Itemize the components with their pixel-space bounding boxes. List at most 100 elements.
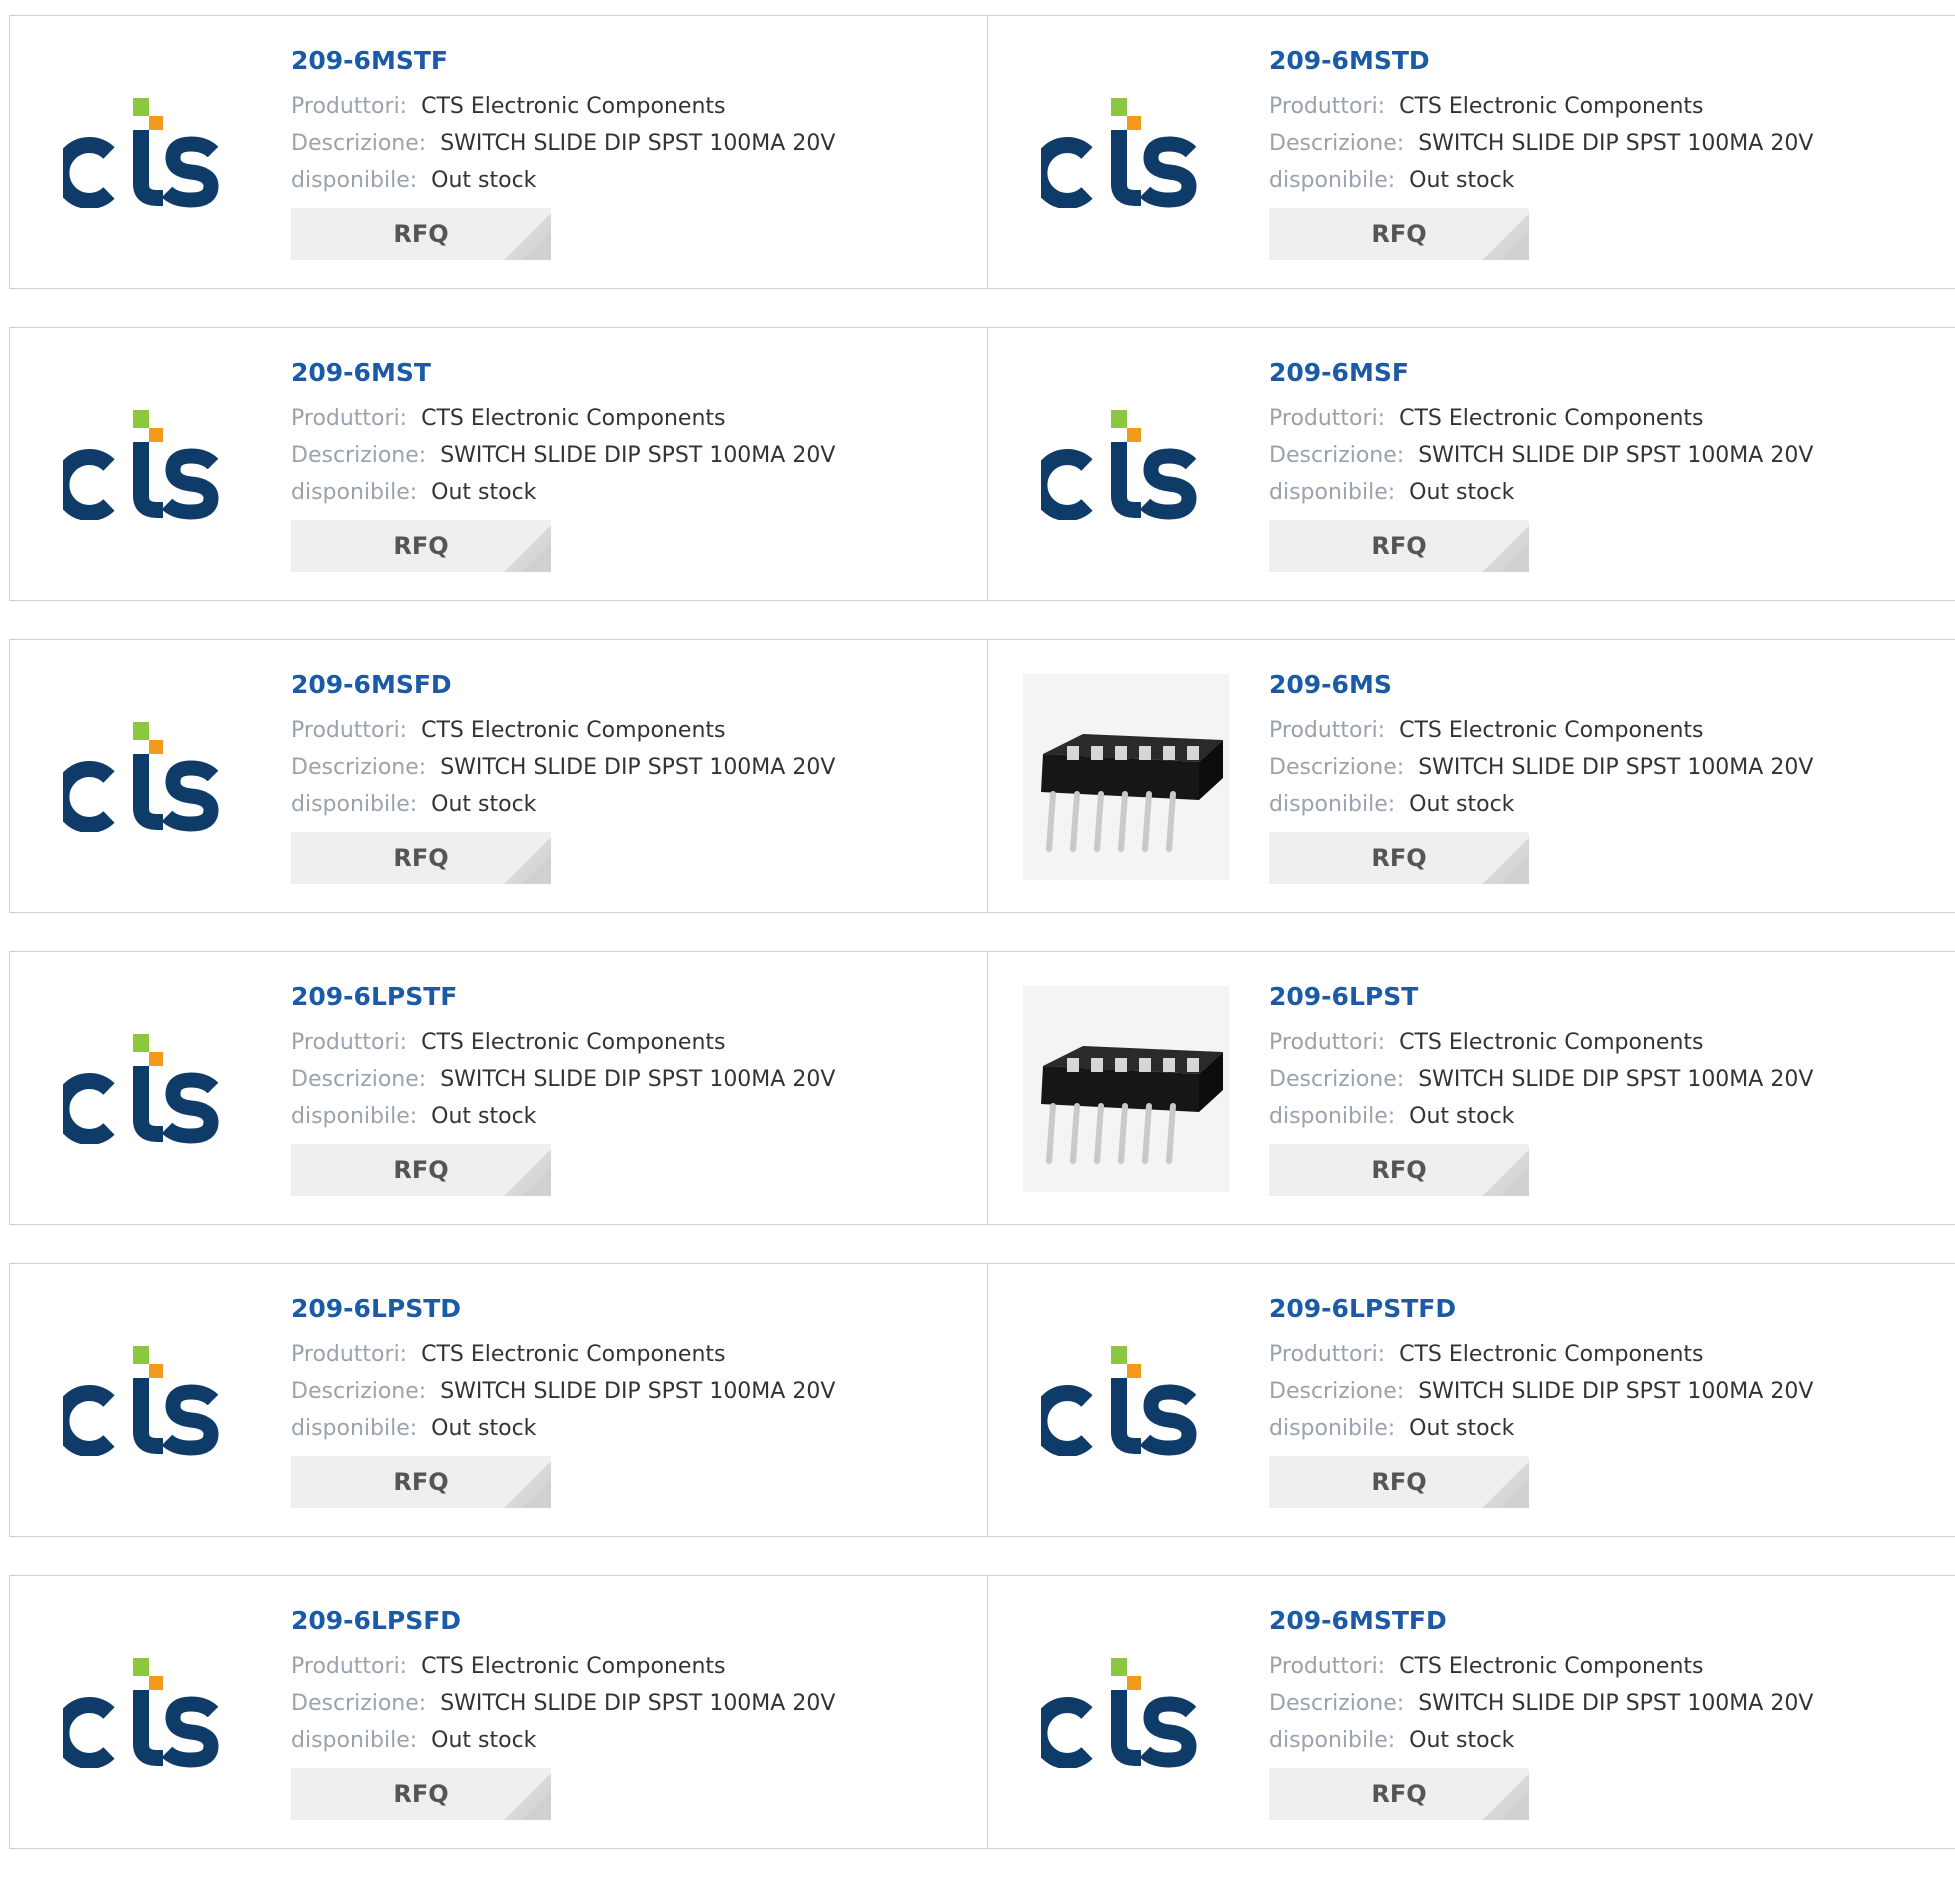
description-value: SWITCH SLIDE DIP SPST 100MA 20V <box>440 1691 836 1716</box>
manufacturer-value: CTS Electronic Components <box>1399 1030 1704 1055</box>
description-label: Descrizione: <box>291 131 427 156</box>
product-image[interactable] <box>1023 50 1229 256</box>
product-info: 209-6MST Produttori: CTS Electronic Compo… <box>291 356 835 572</box>
description-value: SWITCH SLIDE DIP SPST 100MA 20V <box>1418 1067 1814 1092</box>
product-grid: 209-6MSTF Produttori: CTS Electronic Comp… <box>9 15 1955 1887</box>
manufacturer-value: CTS Electronic Components <box>421 406 726 431</box>
product-card: 209-6MS Produttori: CTS Electronic Compon… <box>987 640 1955 912</box>
product-image[interactable] <box>1023 1610 1229 1816</box>
product-card: 209-6MSTFD Produttori: CTS Electronic Com… <box>987 1576 1955 1848</box>
manufacturer-row: Produttori: CTS Electronic Components <box>291 1648 835 1685</box>
product-image[interactable] <box>1023 1298 1229 1504</box>
product-image[interactable] <box>45 362 251 568</box>
part-number-link[interactable]: 209-6LPSTD <box>291 1292 835 1326</box>
part-number-link[interactable]: 209-6MSTFD <box>1269 1604 1813 1638</box>
part-number-link[interactable]: 209-6MSFD <box>291 668 835 702</box>
part-number-link[interactable]: 209-6MST <box>291 356 835 390</box>
product-info: 209-6MSFD Produttori: CTS Electronic Comp… <box>291 668 835 884</box>
rfq-button[interactable]: RFQ <box>1269 1768 1529 1820</box>
manufacturer-label: Produttori: <box>291 718 408 743</box>
product-image[interactable] <box>45 674 251 880</box>
product-info: 209-6LPSFD Produttori: CTS Electronic Com… <box>291 1604 835 1820</box>
availability-value: Out stock <box>431 1104 537 1129</box>
part-number-link[interactable]: 209-6MS <box>1269 668 1813 702</box>
part-number-link[interactable]: 209-6LPST <box>1269 980 1813 1014</box>
part-number-link[interactable]: 209-6MSTF <box>291 44 835 78</box>
description-row: Descrizione: SWITCH SLIDE DIP SPST 100MA … <box>1269 1061 1813 1098</box>
part-number-link[interactable]: 209-6LPSFD <box>291 1604 835 1638</box>
availability-label: disponibile: <box>1269 1416 1396 1441</box>
rfq-button[interactable]: RFQ <box>1269 1144 1529 1196</box>
rfq-button[interactable]: RFQ <box>291 1456 551 1508</box>
rfq-button-label: RFQ <box>393 1780 449 1808</box>
product-card: 209-6MST Produttori: CTS Electronic Compo… <box>9 328 987 600</box>
product-image[interactable] <box>1023 674 1229 880</box>
rfq-corner-decoration <box>523 544 551 572</box>
part-number-link[interactable]: 209-6MSTD <box>1269 44 1813 78</box>
manufacturer-value: CTS Electronic Components <box>1399 1342 1704 1367</box>
manufacturer-value: CTS Electronic Components <box>421 1654 726 1679</box>
rfq-button[interactable]: RFQ <box>1269 208 1529 260</box>
manufacturer-row: Produttori: CTS Electronic Components <box>291 712 835 749</box>
product-image[interactable] <box>1023 986 1229 1192</box>
rfq-button-label: RFQ <box>1371 220 1427 248</box>
rfq-button[interactable]: RFQ <box>291 1768 551 1820</box>
part-number-link[interactable]: 209-6LPSTFD <box>1269 1292 1813 1326</box>
product-image[interactable] <box>1023 362 1229 568</box>
product-image[interactable] <box>45 50 251 256</box>
manufacturer-label: Produttori: <box>291 406 408 431</box>
description-value: SWITCH SLIDE DIP SPST 100MA 20V <box>1418 1379 1814 1404</box>
availability-value: Out stock <box>1409 1104 1515 1129</box>
rfq-corner-decoration <box>523 1480 551 1508</box>
availability-label: disponibile: <box>291 792 418 817</box>
availability-row: disponibile: Out stock <box>291 1098 835 1135</box>
availability-row: disponibile: Out stock <box>291 786 835 823</box>
availability-value: Out stock <box>1409 1728 1515 1753</box>
description-row: Descrizione: SWITCH SLIDE DIP SPST 100MA … <box>1269 437 1813 474</box>
description-label: Descrizione: <box>1269 443 1405 468</box>
manufacturer-row: Produttori: CTS Electronic Components <box>1269 88 1813 125</box>
rfq-corner-decoration <box>523 1792 551 1820</box>
description-label: Descrizione: <box>291 1379 427 1404</box>
availability-label: disponibile: <box>1269 1728 1396 1753</box>
availability-label: disponibile: <box>291 480 418 505</box>
rfq-button[interactable]: RFQ <box>1269 520 1529 572</box>
part-number-link[interactable]: 209-6MSF <box>1269 356 1813 390</box>
rfq-corner-decoration <box>1501 544 1529 572</box>
product-image[interactable] <box>45 1298 251 1504</box>
product-info: 209-6MS Produttori: CTS Electronic Compon… <box>1269 668 1813 884</box>
rfq-button[interactable]: RFQ <box>291 832 551 884</box>
product-row: 209-6MSFD Produttori: CTS Electronic Comp… <box>9 639 1955 913</box>
availability-label: disponibile: <box>291 1104 418 1129</box>
rfq-button[interactable]: RFQ <box>291 208 551 260</box>
availability-value: Out stock <box>1409 480 1515 505</box>
availability-row: disponibile: Out stock <box>291 1410 835 1447</box>
rfq-button[interactable]: RFQ <box>291 1144 551 1196</box>
description-value: SWITCH SLIDE DIP SPST 100MA 20V <box>1418 1691 1814 1716</box>
rfq-corner-decoration <box>1501 232 1529 260</box>
availability-value: Out stock <box>1409 792 1515 817</box>
manufacturer-label: Produttori: <box>1269 94 1386 119</box>
product-card: 209-6MSTD Produttori: CTS Electronic Comp… <box>987 16 1955 288</box>
product-info: 209-6MSTD Produttori: CTS Electronic Comp… <box>1269 44 1813 260</box>
product-row: 209-6LPSTF Produttori: CTS Electronic Com… <box>9 951 1955 1225</box>
cts-logo <box>63 410 219 520</box>
product-image[interactable] <box>45 1610 251 1816</box>
rfq-corner-decoration <box>523 232 551 260</box>
description-value: SWITCH SLIDE DIP SPST 100MA 20V <box>1418 755 1814 780</box>
product-info: 209-6LPSTFD Produttori: CTS Electronic Co… <box>1269 1292 1813 1508</box>
manufacturer-value: CTS Electronic Components <box>1399 406 1704 431</box>
product-card: 209-6MSF Produttori: CTS Electronic Compo… <box>987 328 1955 600</box>
availability-value: Out stock <box>1409 168 1515 193</box>
availability-row: disponibile: Out stock <box>291 474 835 511</box>
rfq-button[interactable]: RFQ <box>291 520 551 572</box>
rfq-button[interactable]: RFQ <box>1269 832 1529 884</box>
rfq-button[interactable]: RFQ <box>1269 1456 1529 1508</box>
cts-logo <box>63 722 219 832</box>
part-number-link[interactable]: 209-6LPSTF <box>291 980 835 1014</box>
cts-logo <box>1041 98 1197 208</box>
manufacturer-row: Produttori: CTS Electronic Components <box>1269 1336 1813 1373</box>
description-row: Descrizione: SWITCH SLIDE DIP SPST 100MA … <box>1269 1373 1813 1410</box>
product-image[interactable] <box>45 986 251 1192</box>
rfq-corner-decoration <box>1501 856 1529 884</box>
